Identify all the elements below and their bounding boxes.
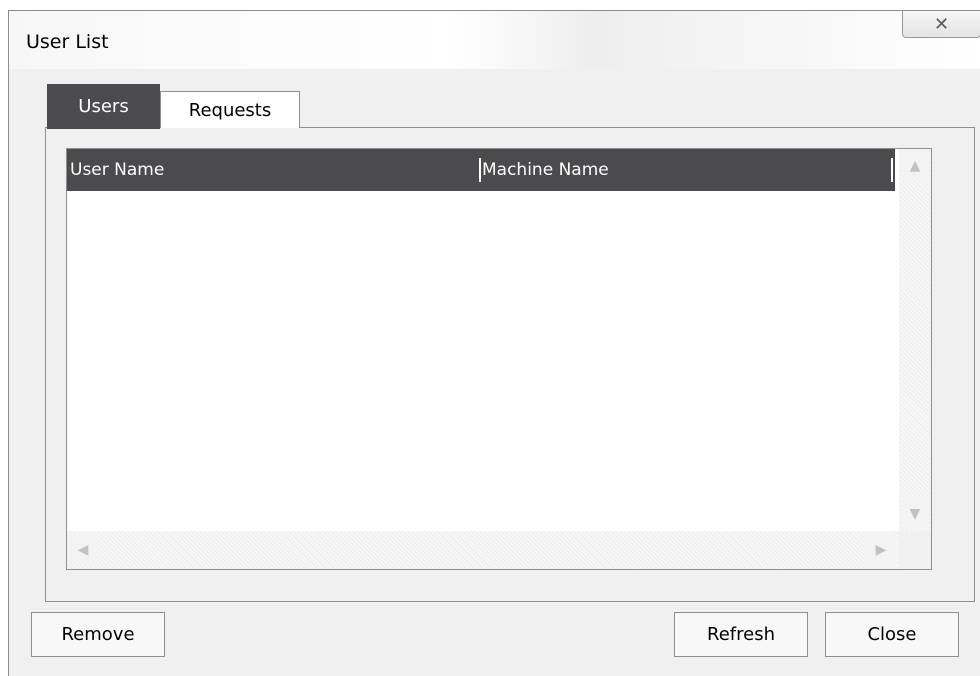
close-window-button[interactable]: ✕ (902, 11, 980, 38)
close-icon: ✕ (933, 13, 950, 35)
window-title: User List (26, 31, 109, 53)
horizontal-scrollbar[interactable]: ◀ ▶ (67, 531, 899, 569)
tab-requests[interactable]: Requests (160, 91, 300, 128)
scroll-left-button[interactable]: ◀ (69, 535, 97, 565)
scrollbar-corner (899, 531, 931, 569)
vertical-scrollbar[interactable]: ▲ ▼ (899, 149, 931, 531)
column-header-user-name[interactable]: User Name (70, 149, 164, 191)
title-bar: User List ✕ (9, 11, 980, 69)
refresh-button[interactable]: Refresh (674, 612, 808, 657)
remove-button[interactable]: Remove (31, 612, 165, 657)
user-list-view[interactable]: User Name Machine Name ▲ ▼ ◀ ▶ (66, 148, 932, 570)
chevron-right-icon: ▶ (875, 542, 887, 558)
column-resize-handle[interactable] (891, 158, 893, 182)
close-button[interactable]: Close (825, 612, 959, 657)
chevron-left-icon: ◀ (77, 542, 89, 558)
column-resize-handle[interactable] (479, 158, 481, 182)
user-list-dialog: User List ✕ Users Requests User Name Mac… (8, 10, 980, 676)
scroll-up-button[interactable]: ▲ (901, 151, 929, 181)
scroll-down-button[interactable]: ▼ (901, 499, 929, 529)
chevron-down-icon: ▼ (909, 506, 921, 522)
list-header: User Name Machine Name (67, 149, 895, 191)
scroll-right-button[interactable]: ▶ (867, 535, 895, 565)
column-header-machine-name[interactable]: Machine Name (482, 149, 609, 191)
chevron-up-icon: ▲ (909, 158, 921, 174)
tab-users[interactable]: Users (47, 84, 160, 129)
